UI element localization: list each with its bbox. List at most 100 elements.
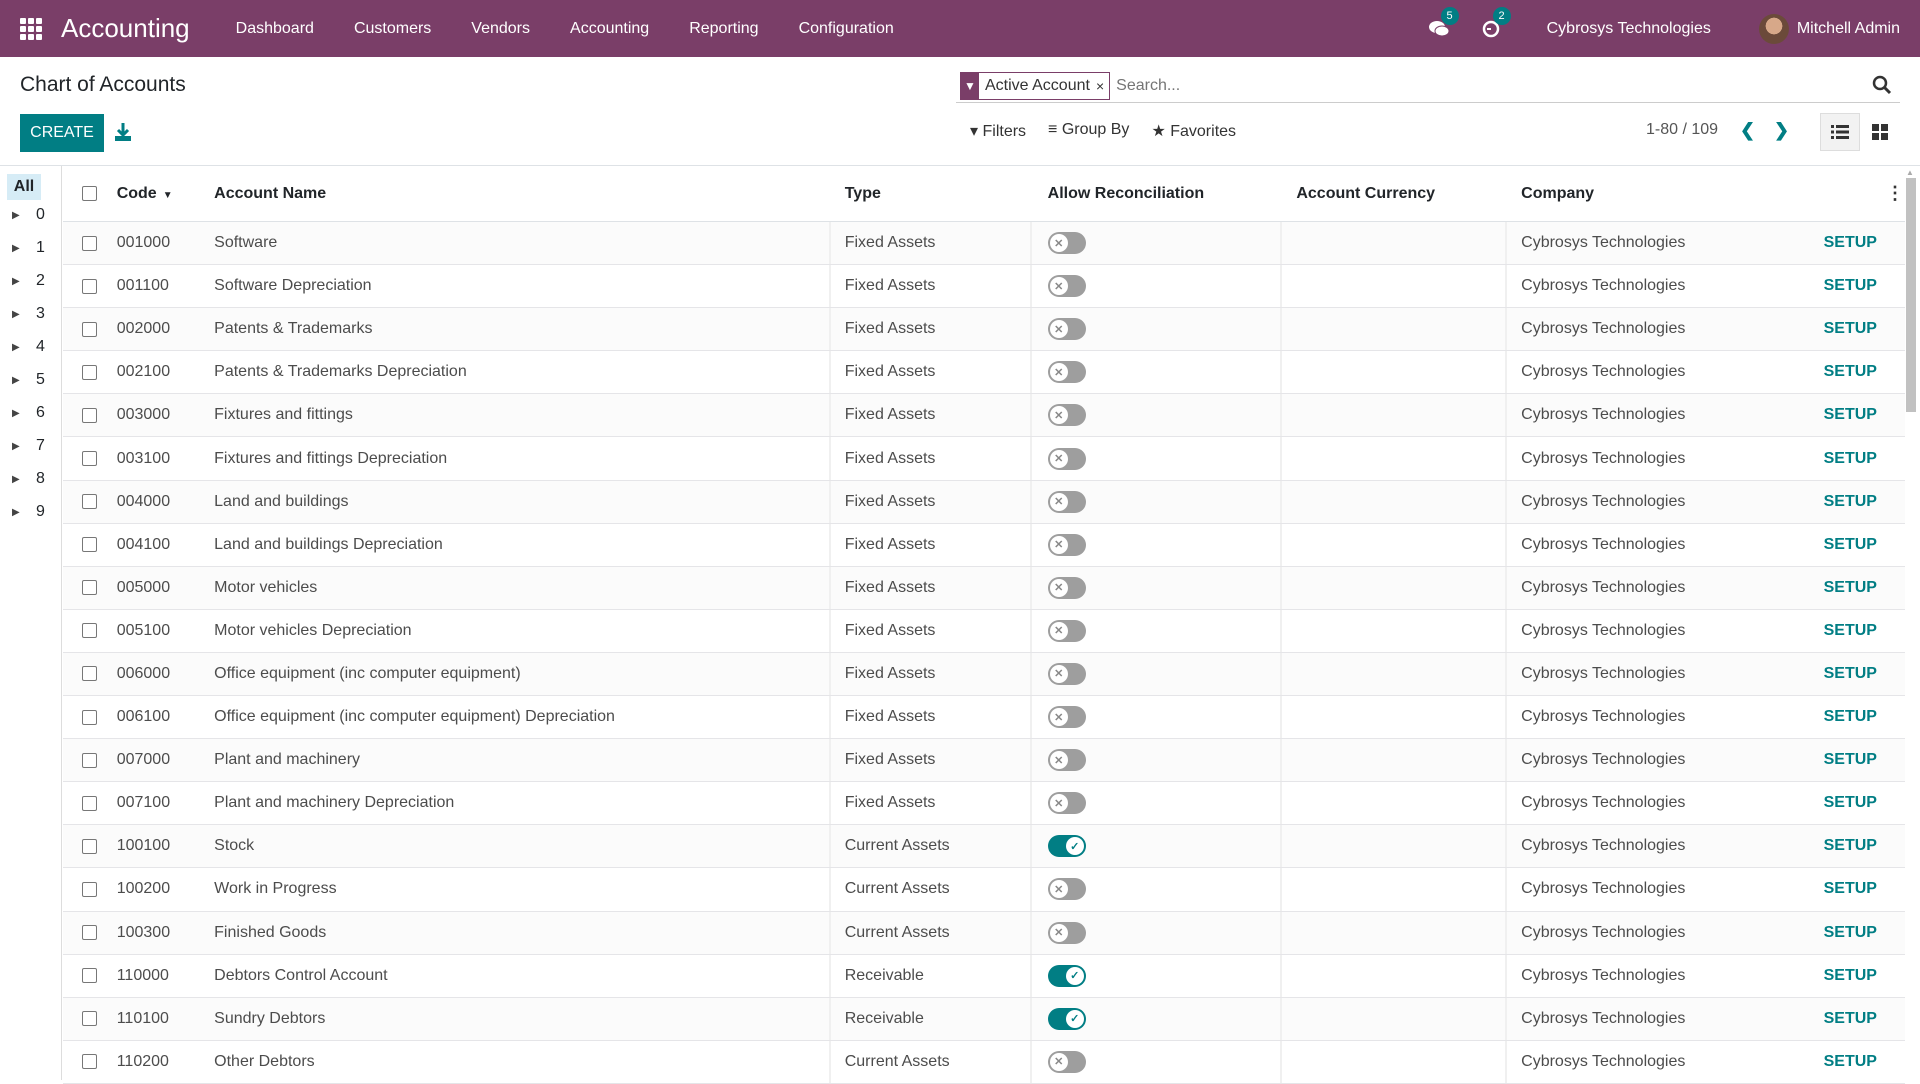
table-row[interactable]: 005000 Motor vehicles Fixed Assets ✕ Cybrosy… <box>63 566 1905 610</box>
menu-reporting[interactable]: Reporting <box>689 20 758 38</box>
reconcile-toggle[interactable]: ✕ <box>1047 361 1086 384</box>
setup-button[interactable]: SETUP <box>1816 751 1886 769</box>
pager-value[interactable]: 1-80 / 109 <box>1646 121 1718 139</box>
row-checkbox[interactable] <box>82 278 98 294</box>
setup-button[interactable]: SETUP <box>1816 406 1886 424</box>
setup-button[interactable]: SETUP <box>1816 536 1886 554</box>
favorites-button[interactable]: ★ Favorites <box>1151 121 1236 141</box>
reconcile-toggle[interactable]: ✕ <box>1047 232 1086 255</box>
setup-button[interactable]: SETUP <box>1816 794 1886 812</box>
row-checkbox[interactable] <box>82 321 98 337</box>
row-checkbox[interactable] <box>82 838 98 854</box>
side-item-6[interactable]: ▶ 6 <box>12 398 52 428</box>
setup-button[interactable]: SETUP <box>1816 363 1886 381</box>
setup-button[interactable]: SETUP <box>1816 450 1886 468</box>
row-checkbox[interactable] <box>82 623 98 639</box>
row-checkbox[interactable] <box>82 580 98 596</box>
side-item-all[interactable]: All <box>7 174 41 200</box>
reconcile-toggle[interactable]: ✕ <box>1047 619 1086 642</box>
table-row[interactable]: 110200 Other Debtors Current Assets ✕ Cybros… <box>63 1040 1905 1084</box>
row-checkbox[interactable] <box>82 795 98 811</box>
setup-button[interactable]: SETUP <box>1816 837 1886 855</box>
reconcile-toggle[interactable]: ✕ <box>1047 706 1086 729</box>
row-checkbox[interactable] <box>82 494 98 510</box>
side-item-4[interactable]: ▶ 4 <box>12 332 52 362</box>
setup-button[interactable]: SETUP <box>1816 880 1886 898</box>
table-row[interactable]: 100100 Stock Current Assets ✓ Cybrosys Techn… <box>63 825 1905 869</box>
row-checkbox[interactable] <box>82 752 98 768</box>
setup-button[interactable]: SETUP <box>1816 1010 1886 1028</box>
reconcile-toggle[interactable]: ✕ <box>1047 404 1086 427</box>
row-checkbox[interactable] <box>82 451 98 467</box>
pager-next-icon[interactable]: ❯ <box>1774 120 1789 141</box>
activities-button[interactable]: 2 <box>1479 6 1511 41</box>
row-checkbox[interactable] <box>82 1011 98 1027</box>
table-row[interactable]: 001100 Software Depreciation Fixed Assets ✕… <box>63 265 1905 309</box>
reconcile-toggle[interactable]: ✕ <box>1047 1050 1086 1073</box>
table-row[interactable]: 005100 Motor vehicles Depreciation Fixed A… <box>63 609 1905 653</box>
table-row[interactable]: 004100 Land and buildings Depreciation Fix… <box>63 523 1905 567</box>
table-row[interactable]: 110100 Sundry Debtors Receivable ✓ Cybrosys … <box>63 997 1905 1041</box>
row-checkbox[interactable] <box>82 537 98 553</box>
header-code[interactable]: Code ▼ <box>117 185 214 203</box>
optional-columns-icon[interactable]: ⋮ <box>1885 183 1905 204</box>
row-checkbox[interactable] <box>82 407 98 423</box>
header-type[interactable]: Type <box>831 166 1032 221</box>
reconcile-toggle[interactable]: ✕ <box>1047 921 1086 944</box>
side-item-9[interactable]: ▶ 9 <box>12 497 52 527</box>
download-icon[interactable] <box>114 122 132 142</box>
side-item-8[interactable]: ▶ 8 <box>12 464 52 494</box>
reconcile-toggle[interactable]: ✕ <box>1047 878 1086 901</box>
reconcile-toggle[interactable]: ✕ <box>1047 662 1086 685</box>
table-row[interactable]: 004000 Land and buildings Fixed Assets ✕ Cyb… <box>63 480 1905 524</box>
setup-button[interactable]: SETUP <box>1816 1053 1886 1071</box>
setup-button[interactable]: SETUP <box>1816 579 1886 597</box>
row-checkbox[interactable] <box>82 1054 98 1070</box>
filters-button[interactable]: ▾ Filters <box>970 121 1026 141</box>
reconcile-toggle[interactable]: ✕ <box>1047 490 1086 513</box>
user-avatar[interactable] <box>1758 13 1789 44</box>
reconcile-toggle[interactable]: ✕ <box>1047 792 1086 815</box>
menu-dashboard[interactable]: Dashboard <box>236 20 314 38</box>
header-company[interactable]: Company <box>1507 185 1815 203</box>
setup-button[interactable]: SETUP <box>1816 967 1886 985</box>
setup-button[interactable]: SETUP <box>1816 622 1886 640</box>
side-item-5[interactable]: ▶ 5 <box>12 365 52 395</box>
user-menu[interactable]: Mitchell Admin <box>1797 20 1900 38</box>
row-checkbox[interactable] <box>82 666 98 682</box>
row-checkbox[interactable] <box>82 364 98 380</box>
side-item-2[interactable]: ▶ 2 <box>12 266 52 296</box>
setup-button[interactable]: SETUP <box>1816 234 1886 252</box>
reconcile-toggle[interactable]: ✕ <box>1047 576 1086 599</box>
table-row[interactable]: 002000 Patents & Trademarks Fixed Assets ✕ C… <box>63 308 1905 352</box>
setup-button[interactable]: SETUP <box>1816 493 1886 511</box>
table-row[interactable]: 002100 Patents & Trademarks Depreciation F… <box>63 351 1905 395</box>
setup-button[interactable]: SETUP <box>1816 924 1886 942</box>
row-checkbox[interactable] <box>82 968 98 984</box>
reconcile-toggle[interactable]: ✕ <box>1047 275 1086 298</box>
list-view-button[interactable] <box>1820 113 1860 151</box>
app-name[interactable]: Accounting <box>61 13 190 44</box>
table-row[interactable]: 001000 Software Fixed Assets ✕ Cybrosys Tech… <box>63 222 1905 266</box>
header-account-currency[interactable]: Account Currency <box>1282 166 1507 221</box>
setup-button[interactable]: SETUP <box>1816 277 1886 295</box>
header-account-name[interactable]: Account Name <box>214 166 831 221</box>
reconcile-toggle[interactable]: ✓ <box>1047 835 1086 858</box>
table-row[interactable]: 100300 Finished Goods Current Assets ✕ Cybro… <box>63 911 1905 955</box>
facet-remove-icon[interactable]: × <box>1096 78 1109 94</box>
scrollbar[interactable] <box>1906 178 1916 412</box>
table-row[interactable]: 003100 Fixtures and fittings Depreciation… <box>63 437 1905 481</box>
reconcile-toggle[interactable]: ✕ <box>1047 533 1086 556</box>
menu-configuration[interactable]: Configuration <box>799 20 894 38</box>
side-item-1[interactable]: ▶ 1 <box>12 233 52 263</box>
table-row[interactable]: 006100 Office equipment (inc computer equ… <box>63 696 1905 740</box>
table-row[interactable]: 100200 Work in Progress Current Assets ✕ Cyb… <box>63 868 1905 912</box>
groupby-button[interactable]: ≡ Group By <box>1048 121 1129 141</box>
search-input[interactable] <box>1116 76 1900 95</box>
table-row[interactable]: 007100 Plant and machinery Depreciation Fi… <box>63 782 1905 826</box>
reconcile-toggle[interactable]: ✕ <box>1047 447 1086 470</box>
row-checkbox[interactable] <box>82 235 98 251</box>
setup-button[interactable]: SETUP <box>1816 665 1886 683</box>
create-button[interactable]: CREATE <box>20 114 104 152</box>
kanban-view-button[interactable] <box>1860 113 1900 151</box>
